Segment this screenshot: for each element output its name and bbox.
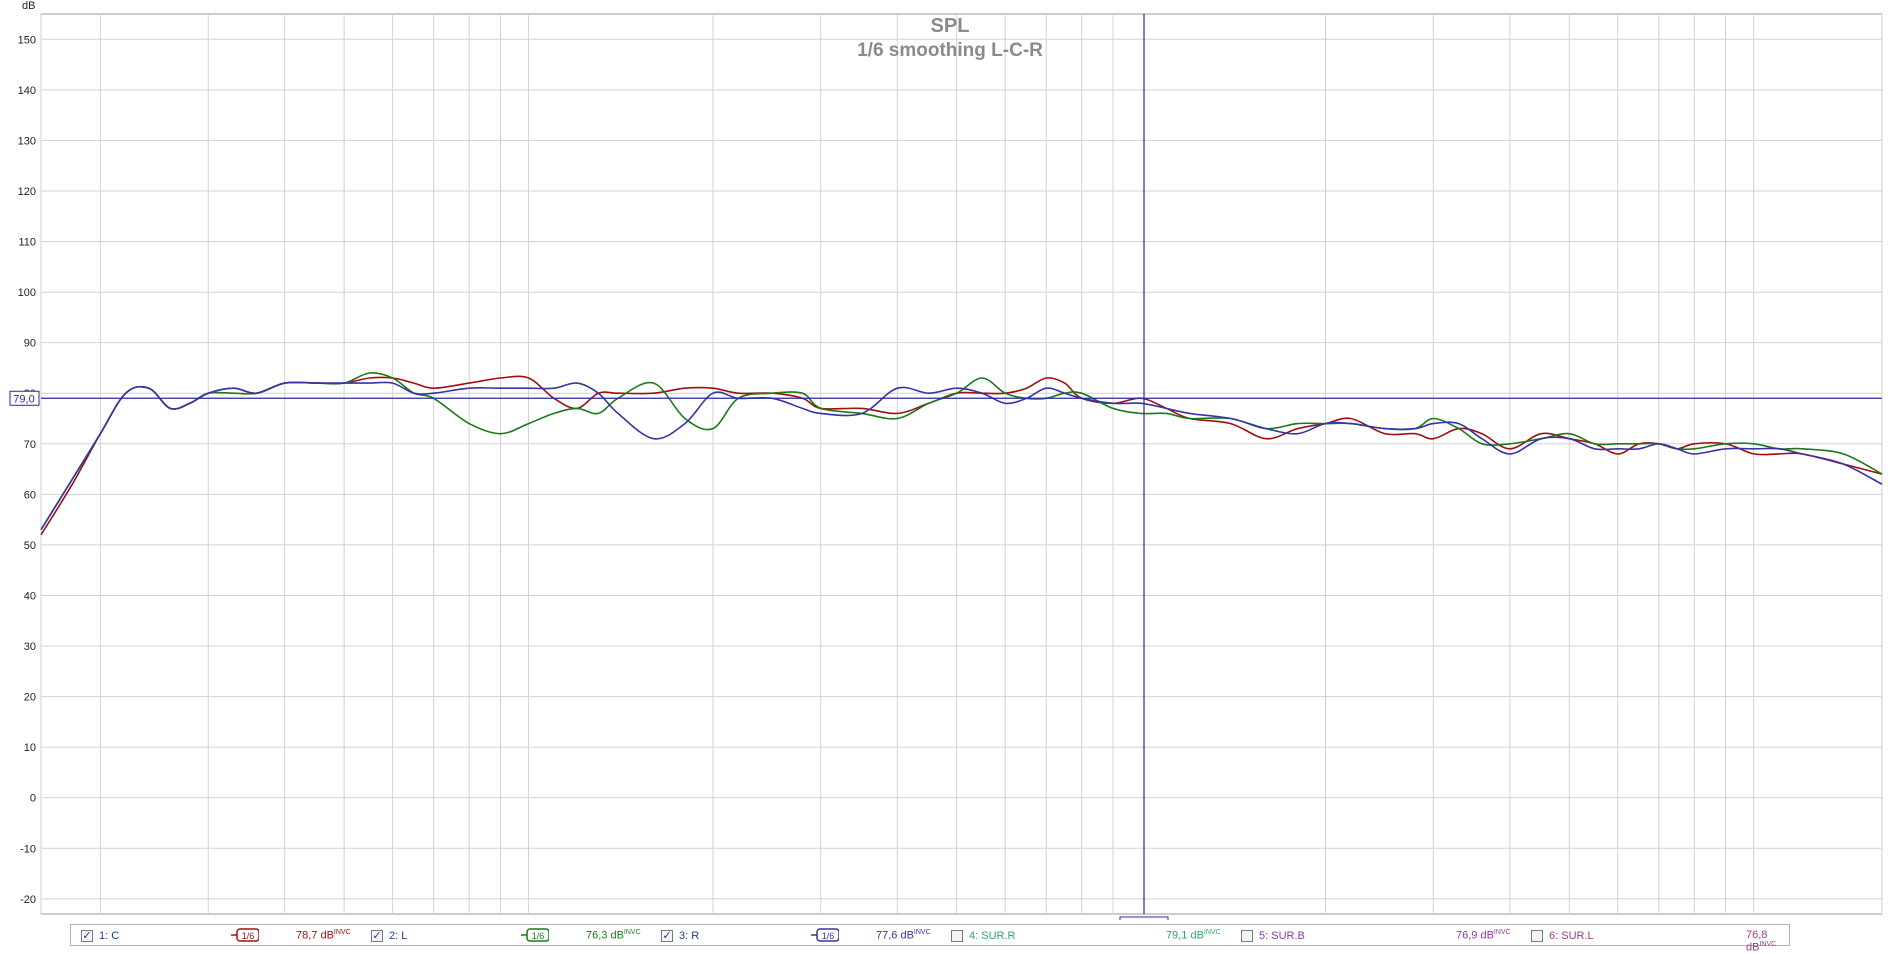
- y-tick-label: 70: [24, 439, 36, 451]
- smoothing-button[interactable]: 1/6: [811, 928, 839, 942]
- y-tick-label: 60: [24, 489, 36, 501]
- legend-db-value: 79,1 dBINVC: [1166, 929, 1221, 942]
- smoothing-label: 1/6: [822, 931, 835, 941]
- y-tick-label: 130: [18, 135, 36, 147]
- legend-checkbox[interactable]: [1241, 930, 1253, 942]
- y-tick-label: 50: [24, 540, 36, 552]
- legend-checkbox[interactable]: ✓: [371, 930, 383, 942]
- legend-label: 1: C: [99, 930, 120, 942]
- smoothing-label: 1/6: [532, 931, 545, 941]
- y-tick-label: 150: [18, 34, 36, 46]
- db-value-text: 79,1 dB: [1166, 929, 1204, 942]
- db-value-text: 76,3 dB: [586, 929, 624, 942]
- db-value-suffix: INVC: [623, 929, 641, 936]
- y-tick-label: -10: [20, 843, 36, 855]
- cursor-y-readout: 79,0: [13, 393, 34, 405]
- chart-subtitle: 1/6 smoothing L-C-R: [857, 40, 1043, 61]
- legend-label: 5: SUR.B: [1259, 930, 1305, 942]
- legend-checkbox[interactable]: ✓: [661, 930, 673, 942]
- legend-checkbox[interactable]: [1531, 930, 1543, 942]
- chart-title: SPL: [931, 15, 970, 37]
- legend-item-3[interactable]: ✓ 3: R: [661, 927, 699, 945]
- legend-db-value: 77,6 dBINVC: [876, 929, 931, 942]
- legend-label: 6: SUR.L: [1549, 930, 1594, 942]
- y-tick-label: 0: [30, 793, 36, 805]
- legend-db-value: 76,3 dBINVC: [586, 929, 641, 942]
- legend-db-value: 76,9 dBINVC: [1456, 929, 1511, 942]
- smoothing-label: 1/6: [242, 931, 255, 941]
- y-axis-ticks: 1501401301201101009080706050403020100-10…: [18, 34, 36, 906]
- plot-area[interactable]: [40, 13, 1883, 915]
- legend-label: 4: SUR.R: [969, 930, 1016, 942]
- y-tick-label: 140: [18, 85, 36, 97]
- legend-checkbox[interactable]: ✓: [81, 930, 93, 942]
- legend-bar: ✓ 1: C 1/6 78,7 dBINVC ✓ 2: L 1/6 76,3 dBINVC ✓ 3…: [70, 924, 1790, 954]
- y-tick-label: 10: [24, 742, 36, 754]
- db-value-suffix: INVC: [1203, 929, 1221, 936]
- legend-db-value: 78,7 dBINVC: [296, 929, 351, 942]
- db-value-text: 78,7 dB: [296, 929, 334, 942]
- legend-item-4[interactable]: 4: SUR.R: [951, 927, 1015, 945]
- y-tick-label: 30: [24, 641, 36, 653]
- legend-checkbox[interactable]: [951, 930, 963, 942]
- y-tick-label: 120: [18, 186, 36, 198]
- db-value-suffix: INVC: [1759, 941, 1777, 948]
- y-tick-label: 40: [24, 590, 36, 602]
- spl-chart[interactable]: 1501401301201101009080706050403020100-10…: [0, 0, 1900, 920]
- smoothing-button[interactable]: 1/6: [231, 928, 259, 942]
- db-value-suffix: INVC: [913, 929, 931, 936]
- legend-item-5[interactable]: 5: SUR.B: [1241, 927, 1305, 945]
- y-tick-label: 100: [18, 287, 36, 299]
- y-tick-label: 90: [24, 338, 36, 350]
- legend-label: 3: R: [679, 930, 700, 942]
- y-tick-label: 110: [18, 237, 36, 249]
- db-value-text: 77,6 dB: [876, 929, 914, 942]
- smoothing-button[interactable]: 1/6: [521, 928, 549, 942]
- db-value-text: 76,9 dB: [1456, 929, 1494, 942]
- legend-item-2[interactable]: ✓ 2: L: [371, 927, 407, 945]
- y-tick-label: 20: [24, 692, 36, 704]
- legend-item-6[interactable]: 6: SUR.L: [1531, 927, 1594, 945]
- y-axis-label: dB: [22, 0, 35, 12]
- legend-item-1[interactable]: ✓ 1: C: [81, 927, 119, 945]
- db-value-suffix: INVC: [333, 929, 351, 936]
- y-tick-label: -20: [20, 894, 36, 906]
- legend-label: 2: L: [389, 930, 408, 942]
- db-value-suffix: INVC: [1493, 929, 1511, 936]
